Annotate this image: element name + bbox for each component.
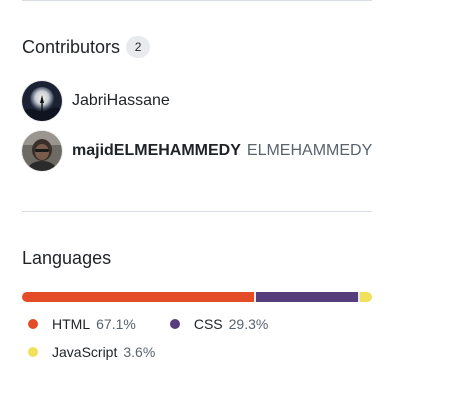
contributor-item-jabrihassane[interactable]: JabriHassane [22, 81, 374, 121]
language-bar-segment-javascript[interactable] [359, 292, 372, 302]
language-name: CSS [193, 316, 223, 332]
language-bar [22, 292, 372, 302]
avatar[interactable] [22, 131, 62, 171]
language-bar-segment-css[interactable] [256, 292, 358, 302]
language-percent: 3.6% [123, 344, 156, 360]
contributors-header[interactable]: Contributors 2 [22, 36, 151, 58]
contributor-login[interactable]: majidELMEHAMMEDY [72, 142, 241, 160]
language-color-dot [28, 347, 38, 357]
language-item-html[interactable]: HTML 67.1% [22, 314, 136, 334]
language-name: HTML [52, 316, 91, 332]
top-divider [22, 0, 372, 1]
languages-title: Languages [22, 248, 112, 268]
contributors-count-badge: 2 [126, 36, 151, 58]
language-item-css[interactable]: CSS 29.3% [164, 314, 269, 334]
language-color-dot [28, 319, 38, 329]
language-percent: 67.1% [96, 316, 136, 332]
languages-header: Languages [22, 247, 111, 269]
language-name: JavaScript [52, 344, 118, 360]
language-percent: 29.3% [228, 316, 269, 332]
language-item-javascript[interactable]: JavaScript 3.6% [22, 342, 382, 362]
avatar-image [22, 131, 62, 171]
contributor-item-majidelmehammedy[interactable]: majidELMEHAMMEDY ELMEHAMMEDY [22, 131, 374, 171]
contributor-login[interactable]: JabriHassane [72, 92, 170, 110]
language-list: HTML 67.1% CSS 29.3% JavaScript 3.6% [22, 314, 382, 362]
contributor-fullname: ELMEHAMMEDY [246, 142, 373, 159]
contributors-title[interactable]: Contributors [22, 36, 120, 58]
avatar[interactable] [22, 81, 62, 121]
section-divider [22, 211, 372, 212]
language-bar-segment-html[interactable] [22, 292, 255, 302]
language-color-dot [169, 319, 180, 329]
avatar-image [22, 81, 62, 121]
